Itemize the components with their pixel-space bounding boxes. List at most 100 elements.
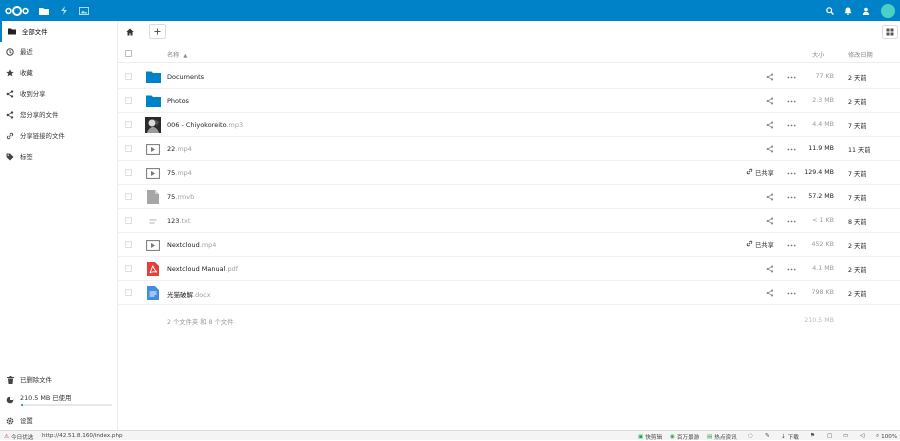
sidebar-item-tags[interactable]: 标签 — [0, 146, 117, 167]
shared-indicator[interactable]: 已共享 — [746, 240, 774, 249]
more-actions-icon[interactable] — [785, 168, 797, 178]
file-name[interactable]: 光猫破解.docx — [167, 289, 211, 299]
status-icon-group[interactable]: ◌ — [748, 433, 753, 439]
home-breadcrumb-icon[interactable] — [124, 26, 136, 38]
status-icon-group-2[interactable]: ✎ — [765, 433, 770, 439]
share-icon[interactable] — [765, 72, 775, 82]
video-thumbnail-icon[interactable] — [145, 141, 161, 157]
status-icon-3[interactable]: ⚑ — [810, 433, 815, 439]
share-icon[interactable] — [765, 96, 775, 106]
table-row[interactable]: 22.mp4 11.9 MB 11 天前 — [118, 137, 900, 161]
video-thumbnail-icon[interactable] — [145, 237, 161, 253]
sidebar-item-settings[interactable]: 设置 — [0, 410, 117, 431]
table-row[interactable]: 75.mp4 已共享 129.4 MB 7 天前 — [118, 161, 900, 185]
gear-icon — [0, 417, 20, 425]
doc-thumbnail-icon[interactable] — [145, 285, 161, 301]
table-header: 名称 ▲ 大小 修改日期 — [118, 44, 900, 63]
more-actions-icon[interactable] — [785, 120, 797, 130]
file-name[interactable]: 123.txt — [167, 217, 190, 225]
row-checkbox[interactable] — [125, 265, 132, 272]
sidebar-item-shared-with-you[interactable]: 收到分享 — [0, 83, 117, 104]
table-row[interactable]: Documents 77 KB 2 天前 — [118, 65, 900, 89]
files-icon[interactable] — [34, 0, 54, 21]
share-icon[interactable] — [765, 288, 775, 298]
file-name[interactable]: 75.rmvb — [167, 193, 194, 201]
column-name-header[interactable]: 名称 ▲ — [167, 50, 187, 59]
row-checkbox[interactable] — [125, 169, 132, 176]
table-row[interactable]: 75.rmvb 57.2 MB 7 天前 — [118, 185, 900, 209]
contacts-icon[interactable] — [857, 0, 875, 21]
file-name[interactable]: 22.mp4 — [167, 145, 192, 153]
row-checkbox[interactable] — [125, 217, 132, 224]
shared-indicator[interactable]: 已共享 — [746, 168, 774, 177]
table-row[interactable]: 006 - Chiyokoreito.mp3 4.4 MB 7 天前 — [118, 113, 900, 137]
share-icon[interactable] — [765, 192, 775, 202]
file-size: 57.2 MB — [808, 193, 834, 200]
brush-icon: ✎ — [765, 433, 770, 439]
file-name[interactable]: 75.mp4 — [167, 169, 192, 177]
more-actions-icon[interactable] — [785, 264, 797, 274]
file-summary-size: 210.5 MB — [804, 317, 834, 324]
more-actions-icon[interactable] — [785, 96, 797, 106]
row-checkbox[interactable] — [125, 193, 132, 200]
file-name[interactable]: Nextcloud Manual.pdf — [167, 265, 238, 273]
sidebar-item-recent[interactable]: 最近 — [0, 41, 117, 62]
pdf-thumbnail-icon[interactable] — [145, 261, 161, 277]
column-modified-header[interactable]: 修改日期 — [848, 50, 873, 59]
share-icon[interactable] — [765, 264, 775, 274]
sidebar-item-all-files[interactable]: 全部文件 — [0, 21, 117, 42]
sidebar-item-favorites[interactable]: 收藏 — [0, 62, 117, 83]
column-size-header[interactable]: 大小 — [812, 50, 824, 59]
row-checkbox[interactable] — [125, 241, 132, 248]
more-actions-icon[interactable] — [785, 192, 797, 202]
sidebar-item-deleted-files[interactable]: 已删除文件 — [0, 369, 117, 390]
more-actions-icon[interactable] — [785, 144, 797, 154]
more-actions-icon[interactable] — [785, 72, 797, 82]
add-new-button[interactable] — [149, 24, 166, 39]
text-thumbnail-icon[interactable] — [145, 213, 161, 229]
row-checkbox[interactable] — [125, 73, 132, 80]
file-name[interactable]: Photos — [167, 97, 189, 105]
select-all-checkbox[interactable] — [125, 50, 132, 57]
row-checkbox[interactable] — [125, 145, 132, 152]
share-icon[interactable] — [765, 216, 775, 226]
file-name[interactable]: 006 - Chiyokoreito.mp3 — [167, 121, 243, 129]
table-row[interactable]: Nextcloud.mp4 已共享 452 KB 2 天前 — [118, 233, 900, 257]
quota-indicator[interactable]: 210.5 MB 已使用 — [0, 389, 117, 410]
file-name[interactable]: Nextcloud.mp4 — [167, 241, 216, 249]
status-zoom[interactable]: ⌕ 100% — [876, 433, 897, 440]
activity-icon[interactable] — [54, 0, 74, 21]
more-actions-icon[interactable] — [785, 216, 797, 226]
table-row[interactable]: 光猫破解.docx 798 KB 2 天前 — [118, 281, 900, 305]
search-icon[interactable] — [821, 0, 839, 21]
status-icon-5[interactable]: ▭ — [843, 433, 848, 439]
table-row[interactable]: Photos 2.3 MB 2 天前 — [118, 89, 900, 113]
image-thumbnail-icon[interactable] — [145, 117, 161, 133]
sidebar-item-shared-by-link[interactable]: 分享链接的文件 — [0, 125, 117, 146]
grid-view-toggle-icon[interactable] — [882, 25, 898, 39]
table-row[interactable]: Nextcloud Manual.pdf 4.1 MB 2 天前 — [118, 257, 900, 281]
folder-thumbnail-icon[interactable] — [145, 69, 161, 85]
column-name-label: 名称 — [167, 52, 180, 59]
status-icon-4[interactable]: ▢ — [827, 433, 832, 439]
sidebar-item-shared-by-you[interactable]: 您分享的文件 — [0, 104, 117, 125]
folder-thumbnail-icon[interactable] — [145, 93, 161, 109]
more-actions-icon[interactable] — [785, 288, 797, 298]
flag-icon: ⚑ — [810, 433, 816, 439]
file-name[interactable]: Documents — [167, 73, 204, 81]
video-thumbnail-icon[interactable] — [145, 165, 161, 181]
nextcloud-logo-icon[interactable] — [0, 0, 34, 21]
row-checkbox[interactable] — [125, 121, 132, 128]
share-icon[interactable] — [765, 120, 775, 130]
gallery-icon[interactable] — [74, 0, 94, 21]
row-checkbox[interactable] — [125, 97, 132, 104]
file-thumbnail-icon[interactable] — [145, 189, 161, 205]
table-row[interactable]: 123.txt < 1 KB 8 天前 — [118, 209, 900, 233]
more-actions-icon[interactable] — [785, 240, 797, 250]
file-basename: Photos — [167, 97, 189, 105]
avatar[interactable] — [881, 3, 895, 18]
notifications-icon[interactable] — [839, 0, 857, 21]
status-icon-6[interactable]: ◁ — [860, 433, 864, 439]
row-checkbox[interactable] — [125, 289, 132, 296]
share-icon[interactable] — [765, 144, 775, 154]
